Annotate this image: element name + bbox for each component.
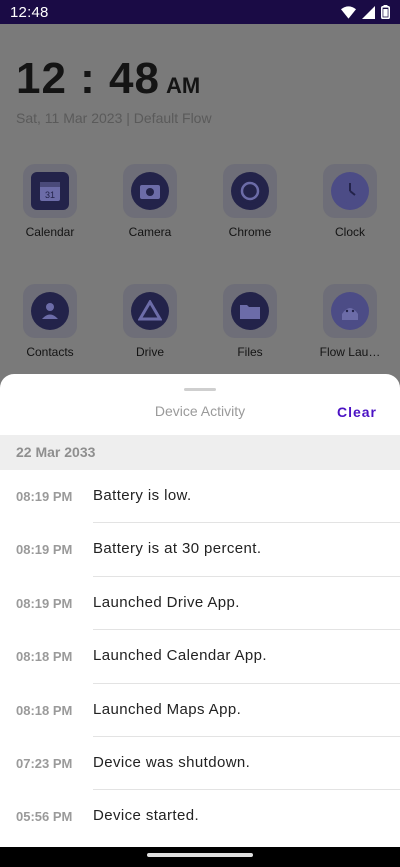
- activity-time: 05:56 PM: [16, 809, 73, 825]
- clock-ampm: AM: [165, 73, 201, 98]
- android-icon: [342, 308, 358, 320]
- list-item[interactable]: 08:19 PM Battery is low.: [0, 470, 400, 524]
- activity-time: 08:19 PM: [16, 489, 73, 504]
- date-flow-line: Sat, 11 Mar 2023 | Default Flow: [16, 110, 212, 126]
- navigation-bar: [0, 847, 400, 867]
- launcher-background: 12 : 48 AM Sat, 11 Mar 2023 | Default Flo…: [0, 24, 400, 384]
- activity-text: Launched Maps App.: [93, 700, 242, 718]
- app-label: Camera: [128, 225, 172, 239]
- list-item[interactable]: 08:19 PM Battery is at 30 percent.: [0, 523, 400, 577]
- calendar-day: 31: [45, 190, 55, 200]
- app-camera[interactable]: Camera: [105, 164, 195, 239]
- status-time: 12:48: [10, 3, 49, 21]
- list-item[interactable]: 08:18 PM Launched Maps App.: [0, 684, 400, 737]
- activity-text: Device was shutdown.: [93, 753, 251, 771]
- app-row: 31 Calendar Camera Chrome Clock: [0, 164, 400, 264]
- activity-time: 08:19 PM: [16, 595, 73, 611]
- battery-icon: [381, 5, 390, 19]
- drive-icon: [138, 300, 162, 321]
- app-label: Chrome: [228, 225, 272, 239]
- signal-icon: [362, 5, 375, 19]
- app-label: Clock: [334, 225, 365, 239]
- camera-icon: [140, 185, 160, 199]
- list-item[interactable]: 05:56 PM Device started.: [0, 790, 400, 843]
- app-label: Contacts: [26, 345, 74, 359]
- chrome-icon: [238, 179, 262, 203]
- app-label: Drive: [135, 345, 164, 359]
- activity-text: Device started.: [93, 807, 200, 825]
- activity-list: 08:19 PM Battery is low. 08:19 PM Batter…: [0, 470, 400, 844]
- activity-text: Battery is at 30 percent.: [93, 540, 262, 558]
- sheet-drag-handle[interactable]: [184, 388, 216, 391]
- app-label: Files: [237, 345, 263, 359]
- app-files[interactable]: Files: [205, 284, 295, 359]
- activity-text: Launched Drive App.: [93, 593, 240, 611]
- activity-time: 08:18 PM: [16, 649, 73, 665]
- app-clock[interactable]: Clock: [305, 164, 395, 239]
- files-icon: [240, 305, 260, 319]
- clock-icon: [338, 179, 362, 203]
- date-section-header: 22 Mar 2033: [0, 435, 400, 470]
- activity-time: 08:18 PM: [16, 702, 73, 718]
- status-icons: [341, 5, 390, 19]
- app-row: Contacts Drive Files Flow Lau…: [0, 284, 400, 384]
- app-drive[interactable]: Drive: [105, 284, 195, 359]
- app-chrome[interactable]: Chrome: [205, 164, 295, 239]
- clear-button[interactable]: Clear: [337, 404, 377, 420]
- activity-time: 07:23 PM: [16, 755, 73, 771]
- app-label: Flow Lau…: [319, 345, 381, 359]
- home-clock: 12 : 48 AM: [16, 54, 200, 104]
- app-label: Calendar: [25, 225, 75, 239]
- wifi-icon: [341, 5, 356, 19]
- contacts-icon: [42, 303, 58, 319]
- clock-time: 12 : 48: [16, 54, 160, 103]
- list-item[interactable]: 08:19 PM Launched Drive App.: [0, 577, 400, 631]
- activity-text: Launched Calendar App.: [93, 647, 267, 665]
- app-contacts[interactable]: Contacts: [5, 284, 95, 359]
- status-bar: 12:48: [0, 0, 400, 24]
- calendar-icon: 31: [40, 182, 60, 201]
- list-item[interactable]: 08:18 PM Launched Calendar App.: [0, 630, 400, 684]
- device-activity-sheet: Device Activity Clear 22 Mar 2033 08:19 …: [0, 374, 400, 847]
- home-gesture-handle[interactable]: [147, 853, 253, 857]
- activity-text: Battery is low.: [93, 487, 192, 504]
- list-item[interactable]: 07:23 PM Device was shutdown.: [0, 737, 400, 791]
- app-flow-launcher[interactable]: Flow Lau…: [305, 284, 395, 359]
- app-calendar[interactable]: 31 Calendar: [5, 164, 95, 239]
- activity-time: 08:19 PM: [16, 542, 73, 558]
